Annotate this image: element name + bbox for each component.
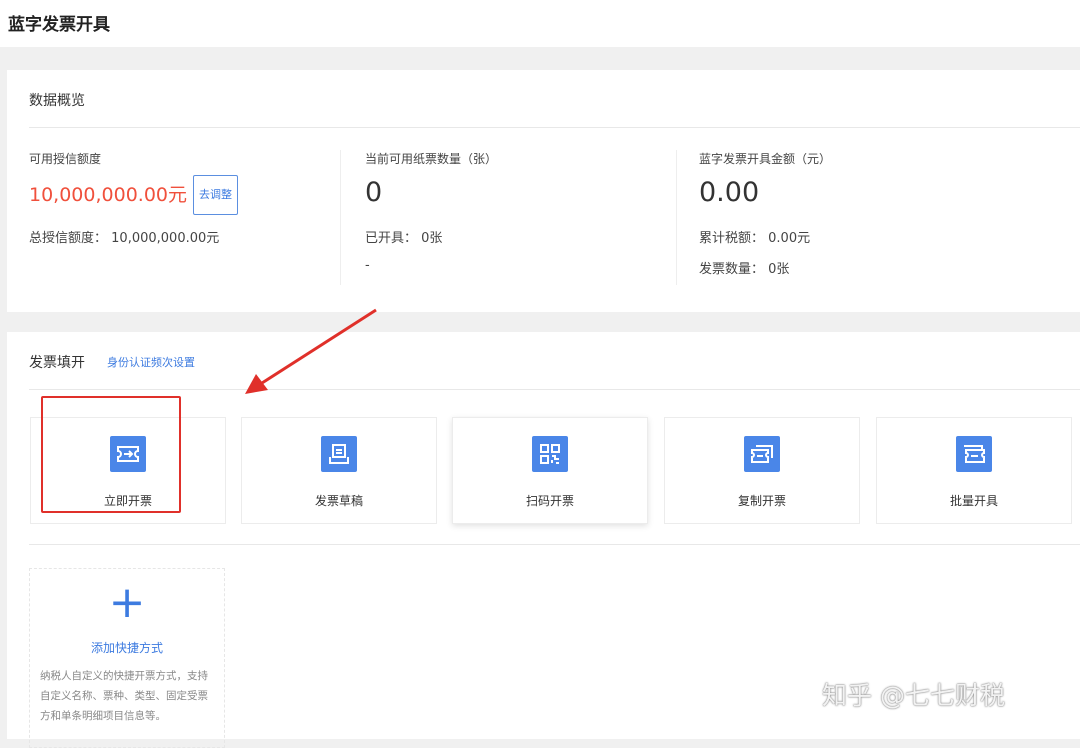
watermark: 知乎 @七七财税 <box>822 681 1005 710</box>
annotation-arrow <box>245 308 377 394</box>
